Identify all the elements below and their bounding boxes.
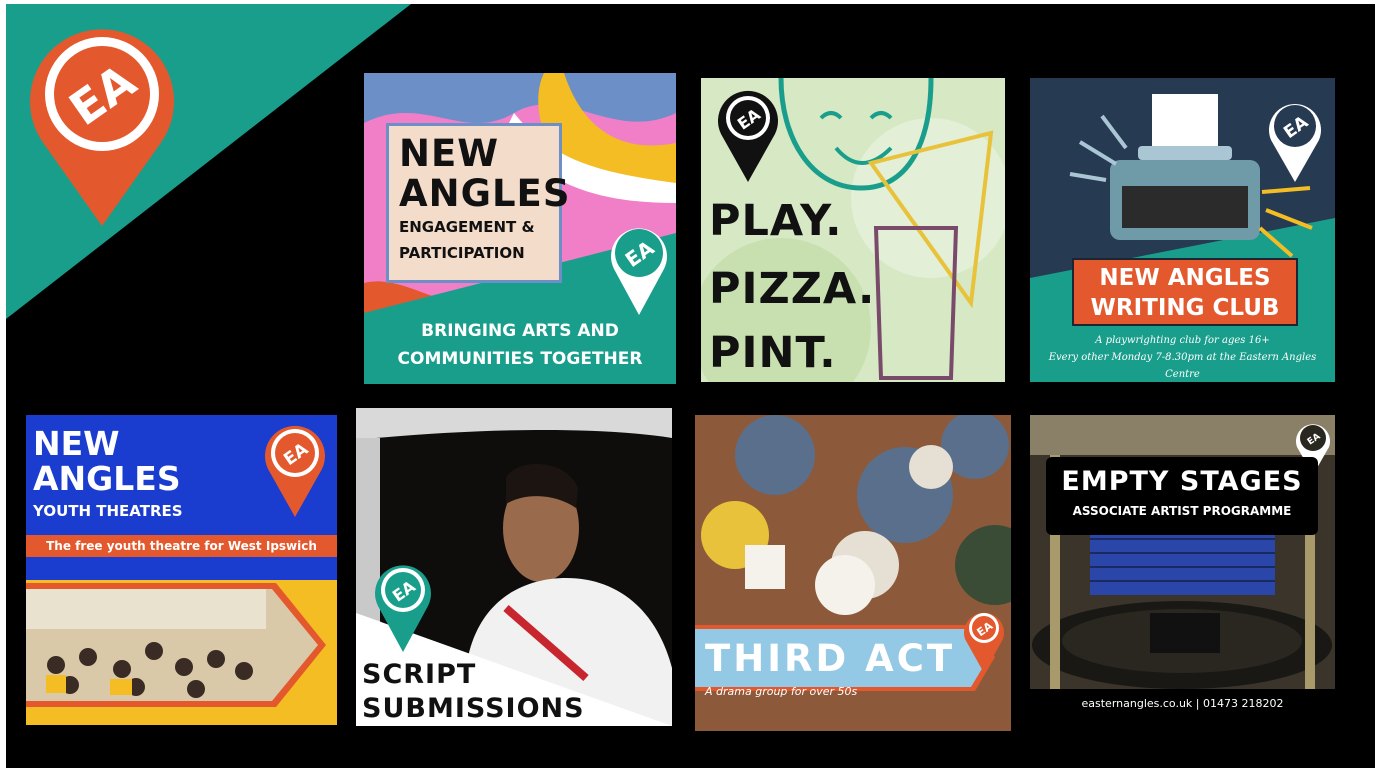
subtitle-line-2: PARTICIPATION <box>399 244 525 262</box>
empty-stages-title: EMPTY STAGES <box>1061 466 1303 497</box>
empty-stages-subtitle: ASSOCIATE ARTIST PROGRAMME <box>1072 504 1292 518</box>
title-line-1: NEW <box>399 132 500 175</box>
subtitle: YOUTH THEATRES <box>33 502 183 520</box>
banner: The free youth theatre for West Ipswich <box>26 535 337 557</box>
third-act-subtitle: A drama group for over 50s <box>705 685 858 698</box>
script-submissions-card[interactable]: EA SCRIPT SUBMISSIONS <box>356 408 672 726</box>
ea-location-pin-icon: EA <box>265 425 325 517</box>
title-line-1: NEW <box>33 424 120 463</box>
title-line-2: ANGLES <box>399 172 571 215</box>
line-play: PLAY. <box>709 196 843 246</box>
line-submissions: SUBMISSIONS <box>362 693 585 724</box>
empty-stages-card[interactable]: EA EMPTY STAGES ASSOCIATE ARTIST PROGRAM… <box>1030 415 1335 719</box>
tagline: BRINGING ARTS AND COMMUNITIES TOGETHER <box>364 317 676 373</box>
youth-theatres-card[interactable]: NEW ANGLES YOUTH THEATRES The free youth… <box>26 415 337 725</box>
ea-location-pin-icon: EA <box>375 565 431 652</box>
line-pint: PINT. <box>709 328 837 378</box>
ea-location-pin-icon: EA <box>964 612 1004 673</box>
title-box: NEW ANGLES ENGAGEMENT & PARTICIPATION <box>386 123 571 283</box>
tagline-line-1: BRINGING ARTS AND <box>421 321 619 341</box>
details-line-2: Every other Monday 7-8.30pm at the Easte… <box>1048 352 1317 380</box>
writing-club-card[interactable]: EA NEW ANGLES WRITING CLUB A playwrighti… <box>1030 78 1335 382</box>
details-line-1: A playwrighting club for ages 16+ <box>1095 335 1270 346</box>
corner-brand-panel: EA <box>6 4 411 319</box>
title-line-2: WRITING CLUB <box>1090 295 1280 321</box>
ea-location-pin-icon: EA <box>611 228 667 315</box>
drama-group-photo <box>695 415 1011 731</box>
title-line-1: NEW ANGLES <box>1099 265 1271 291</box>
engagement-participation-card[interactable]: NEW ANGLES ENGAGEMENT & PARTICIPATION EA… <box>364 73 676 384</box>
subtitle-line-1: ENGAGEMENT & <box>399 218 535 236</box>
line-script: SCRIPT <box>362 659 477 690</box>
title-line-2: ANGLES <box>33 459 181 498</box>
third-act-card[interactable]: EA THIRD ACT A drama group for over 50s <box>695 415 1011 731</box>
youth-group-photo <box>26 583 326 707</box>
line-pizza: PIZZA. <box>709 264 876 314</box>
contact-footer: easternangles.co.uk | 01473 218202 <box>1030 689 1335 719</box>
writing-club-details: A playwrighting club for ages 16+ Every … <box>1030 332 1335 382</box>
slide: EA NEW ANGLES ENGAGEMENT & PARTICIPATION… <box>6 4 1375 768</box>
ea-location-pin-icon: EA <box>1269 104 1321 182</box>
third-act-title: THIRD ACT <box>705 637 956 680</box>
tagline-line-2: COMMUNITIES TOGETHER <box>397 349 643 369</box>
writing-club-title: NEW ANGLES WRITING CLUB <box>1072 258 1298 326</box>
play-pizza-pint-card[interactable]: EA PLAY. PIZZA. PINT. <box>701 78 1005 382</box>
empty-stages-title-box: EMPTY STAGES ASSOCIATE ARTIST PROGRAMME <box>1046 457 1318 535</box>
ea-location-pin-icon: EA <box>718 90 778 182</box>
